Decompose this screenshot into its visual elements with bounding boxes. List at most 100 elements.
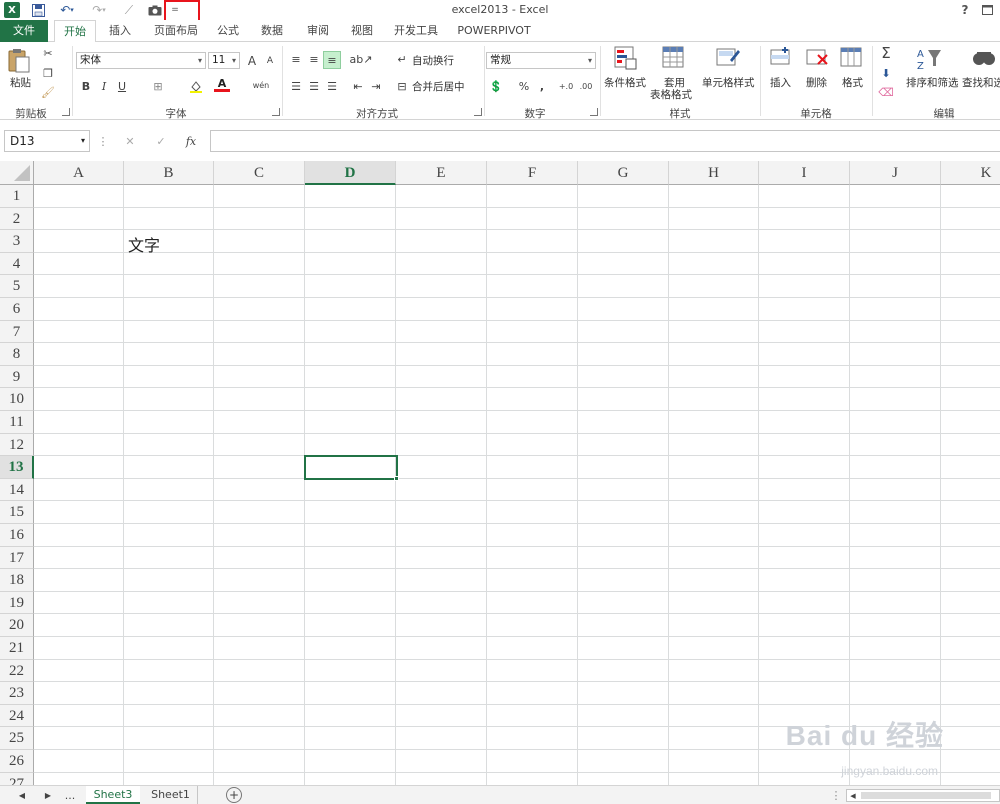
row-header-10[interactable]: 10	[0, 388, 34, 411]
grow-font-icon[interactable]: A	[244, 54, 260, 68]
clear-icon[interactable]: ⌫	[878, 85, 894, 99]
enter-entry-icon[interactable]: ✓	[153, 134, 169, 148]
row-header-26[interactable]: 26	[0, 750, 34, 773]
sort-filter-icon[interactable]: AZ	[916, 46, 942, 72]
currency-icon[interactable]: 💲	[488, 79, 504, 93]
align-right-icon[interactable]: ☰	[324, 79, 340, 93]
delete-cells-icon[interactable]	[806, 46, 828, 68]
tab-data[interactable]: 数据	[252, 20, 292, 42]
fill-color-icon[interactable]	[188, 79, 204, 93]
row-header-13[interactable]: 13	[0, 456, 34, 479]
split-grip-icon[interactable]: ⋮	[828, 788, 844, 802]
cell-styles-button[interactable]: 单元格样式	[702, 76, 755, 90]
row-header-12[interactable]: 12	[0, 433, 34, 457]
prev-sheet-icon[interactable]: ◀	[14, 788, 30, 802]
decrease-indent-icon[interactable]: ⇤	[350, 79, 366, 93]
row-header-18[interactable]: 18	[0, 569, 34, 592]
row-header-6[interactable]: 6	[0, 298, 34, 321]
row-header-27[interactable]: 27	[0, 772, 34, 785]
insert-function-icon[interactable]: fx	[183, 134, 199, 148]
fill-handle[interactable]	[394, 476, 399, 481]
cell-b3[interactable]: 文字	[128, 232, 160, 256]
cancel-entry-icon[interactable]: ✕	[122, 134, 138, 148]
borders-icon[interactable]: ⊞	[150, 79, 166, 93]
column-header-i[interactable]: I	[759, 161, 850, 185]
font-name-dropdown[interactable]: 宋体 ▾	[76, 52, 206, 69]
help-icon[interactable]: ?	[958, 2, 972, 18]
cell-styles-icon[interactable]	[716, 46, 740, 70]
merge-center-icon[interactable]: ⊟	[394, 79, 410, 93]
column-header-k[interactable]: K	[941, 161, 1000, 185]
tab-file[interactable]: 文件	[0, 20, 48, 42]
merge-center-button[interactable]: 合并后居中	[412, 80, 465, 94]
format-as-table-icon[interactable]	[662, 46, 686, 70]
row-header-9[interactable]: 9	[0, 365, 34, 389]
column-header-f[interactable]: F	[487, 161, 578, 185]
column-header-j[interactable]: J	[850, 161, 941, 185]
bold-button[interactable]: B	[78, 79, 94, 93]
phonetic-icon[interactable]: wén	[250, 78, 272, 92]
alignment-launcher-icon[interactable]	[474, 108, 482, 116]
scroll-thumb[interactable]	[861, 792, 991, 799]
decrease-decimal-icon[interactable]: .00	[578, 79, 594, 93]
column-header-g[interactable]: G	[578, 161, 669, 185]
wrap-text-icon[interactable]: ↵	[394, 52, 410, 66]
column-header-e[interactable]: E	[396, 161, 487, 185]
underline-button[interactable]: U	[114, 79, 130, 93]
row-header-15[interactable]: 15	[0, 501, 34, 524]
row-header-21[interactable]: 21	[0, 637, 34, 660]
find-select-icon[interactable]	[970, 46, 996, 72]
increase-decimal-icon[interactable]: +.0	[558, 79, 574, 93]
format-cells-button[interactable]: 格式	[842, 76, 863, 90]
copy-icon[interactable]: ❐	[40, 66, 56, 80]
add-sheet-button[interactable]: +	[226, 787, 242, 803]
more-sheets-button[interactable]: ...	[62, 788, 78, 802]
column-header-a[interactable]: A	[34, 161, 124, 185]
row-header-1[interactable]: 1	[0, 185, 34, 208]
autosum-icon[interactable]: Σ	[878, 44, 894, 62]
italic-button[interactable]: I	[96, 79, 112, 93]
paste-icon[interactable]	[8, 48, 32, 76]
find-select-button[interactable]: 查找和选	[962, 76, 1000, 90]
shrink-font-icon[interactable]: A	[262, 54, 278, 68]
row-header-5[interactable]: 5	[0, 275, 34, 298]
align-top-icon[interactable]: ≡	[288, 52, 304, 66]
format-as-table-label-2[interactable]: 表格格式	[650, 88, 692, 102]
paste-button[interactable]: 粘贴	[10, 76, 31, 90]
font-size-dropdown[interactable]: 11 ▾	[208, 52, 240, 69]
column-header-c[interactable]: C	[214, 161, 305, 185]
restore-icon[interactable]	[980, 2, 994, 18]
next-sheet-icon[interactable]: ▶	[40, 788, 56, 802]
row-header-16[interactable]: 16	[0, 524, 34, 547]
tab-powerpivot[interactable]: POWERPIVOT	[452, 20, 536, 42]
column-header-d[interactable]: D	[305, 161, 396, 185]
row-header-25[interactable]: 25	[0, 727, 34, 750]
row-header-22[interactable]: 22	[0, 659, 34, 683]
orientation-icon[interactable]: ab↗	[350, 52, 373, 66]
tab-page-layout[interactable]: 页面布局	[146, 20, 206, 42]
selected-cell-d13[interactable]	[304, 455, 398, 480]
sheet-tab-sheet1[interactable]: Sheet1	[144, 786, 198, 804]
cut-icon[interactable]: ✂	[40, 46, 56, 60]
percent-button[interactable]: %	[516, 79, 532, 93]
conditional-format-icon[interactable]	[614, 46, 638, 70]
comma-button[interactable]: ,	[534, 79, 550, 93]
font-color-icon[interactable]: A	[214, 77, 230, 92]
clipboard-launcher-icon[interactable]	[62, 108, 70, 116]
tab-formulas[interactable]: 公式	[210, 20, 246, 42]
tab-insert[interactable]: 插入	[100, 20, 140, 42]
row-header-14[interactable]: 14	[0, 478, 34, 502]
row-header-23[interactable]: 23	[0, 682, 34, 705]
tab-developer[interactable]: 开发工具	[388, 20, 444, 42]
number-launcher-icon[interactable]	[590, 108, 598, 116]
align-left-icon[interactable]: ☰	[288, 79, 304, 93]
name-box[interactable]: D13 ▾	[4, 130, 90, 152]
fill-icon[interactable]: ⬇	[878, 66, 894, 80]
column-header-b[interactable]: B	[124, 161, 214, 185]
row-header-19[interactable]: 19	[0, 591, 34, 615]
formula-bar-grip-icon[interactable]: ⋮	[95, 134, 111, 148]
number-format-dropdown[interactable]: 常规 ▾	[486, 52, 596, 69]
align-middle-icon[interactable]: ≡	[306, 52, 322, 66]
row-header-7[interactable]: 7	[0, 320, 34, 344]
column-header-h[interactable]: H	[669, 161, 759, 185]
